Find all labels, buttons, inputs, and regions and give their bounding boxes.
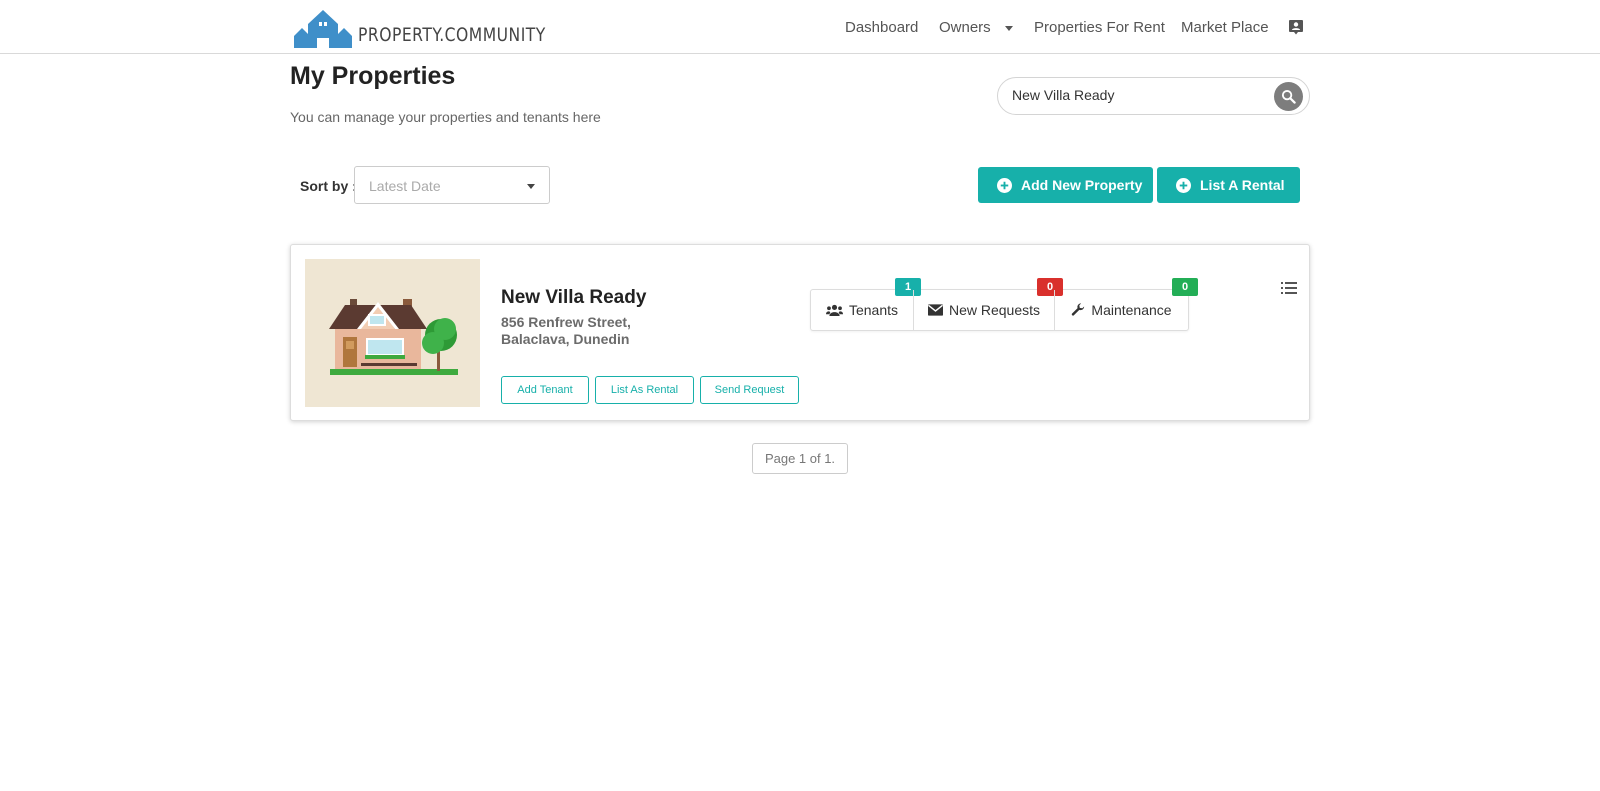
page-subtitle: You can manage your properties and tenan… — [290, 109, 601, 125]
add-tenant-button[interactable]: Add Tenant — [501, 376, 589, 404]
send-request-button[interactable]: Send Request — [700, 376, 799, 404]
stat-new-requests[interactable]: 0 New Requests — [913, 278, 1063, 330]
list-a-rental-label: List A Rental — [1200, 177, 1285, 193]
sort-label: Sort by : — [300, 178, 357, 194]
search-button[interactable] — [1274, 82, 1303, 111]
house-illustration — [329, 299, 458, 375]
add-new-property-label: Add New Property — [1021, 177, 1143, 193]
nav-owners-label: Owners — [939, 19, 991, 36]
maintenance-count-badge: 0 — [1172, 278, 1198, 296]
profile-icon[interactable] — [1288, 19, 1304, 35]
nav-owners[interactable]: Owners — [939, 19, 1013, 36]
search-box — [997, 77, 1310, 115]
plus-circle-icon — [1176, 177, 1191, 193]
chevron-down-icon — [1004, 25, 1013, 31]
page-title: My Properties — [290, 62, 456, 90]
stat-tenants[interactable]: 1 Tenants — [811, 278, 921, 330]
brand-logo[interactable]: PROPERTY.COMMUNITY — [294, 6, 587, 48]
list-a-rental-button[interactable]: List A Rental — [1157, 167, 1300, 203]
property-image[interactable] — [305, 259, 480, 407]
list-menu-icon[interactable] — [1281, 281, 1297, 295]
stat-maintenance[interactable]: 0 Maintenance — [1054, 278, 1198, 330]
search-input[interactable] — [1012, 87, 1262, 103]
top-navbar: PROPERTY.COMMUNITY Dashboard Owners Prop… — [0, 0, 1600, 54]
sort-select[interactable]: Latest Date — [354, 166, 550, 204]
chevron-down-icon — [527, 184, 535, 189]
sort-selected-value: Latest Date — [369, 178, 441, 194]
users-icon — [825, 304, 843, 316]
house-logo-icon — [294, 10, 352, 48]
property-address: 856 Renfrew Street, Balaclava, Dunedin — [501, 314, 631, 347]
property-name[interactable]: New Villa Ready — [501, 287, 646, 309]
nav-market-place[interactable]: Market Place — [1181, 19, 1269, 36]
nav-dashboard[interactable]: Dashboard — [845, 19, 918, 36]
brand-name: PROPERTY.COMMUNITY — [358, 24, 546, 46]
stat-tenants-label: Tenants — [848, 302, 899, 318]
plus-circle-icon — [997, 177, 1012, 193]
envelope-icon — [927, 304, 943, 316]
property-card: New Villa Ready 856 Renfrew Street, Bala… — [290, 244, 1310, 421]
property-stats: 1 Tenants 0 New Requests 0 Maintenance — [810, 278, 1198, 331]
stat-maintenance-label: Maintenance — [1091, 302, 1172, 318]
wrench-icon — [1072, 303, 1085, 316]
pagination: Page 1 of 1. — [752, 443, 848, 474]
add-new-property-button[interactable]: Add New Property — [978, 167, 1153, 203]
nav-properties-for-rent[interactable]: Properties For Rent — [1034, 19, 1165, 36]
list-as-rental-button[interactable]: List As Rental — [595, 376, 694, 404]
search-icon — [1281, 89, 1296, 104]
stat-new-requests-label: New Requests — [948, 302, 1041, 318]
